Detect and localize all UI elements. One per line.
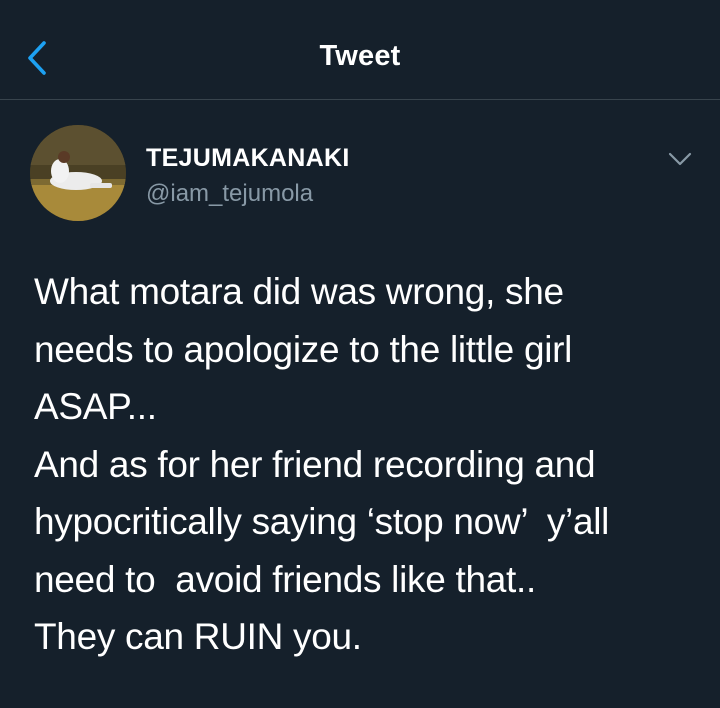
tweet-menu-button[interactable] xyxy=(664,145,696,173)
top-bar: Tweet xyxy=(0,0,720,100)
chevron-down-icon xyxy=(668,152,692,166)
avatar[interactable] xyxy=(30,125,126,221)
tweet-line: needs to apologize to the little girl xyxy=(34,328,573,370)
tweet-line: hypocritically saying ‘stop now’ y’all xyxy=(34,501,610,542)
tweet-line: need to avoid friends like that.. xyxy=(34,558,536,600)
display-name[interactable]: TEJUMAKANAKI xyxy=(146,144,350,173)
tweet-line: They can RUIN you. xyxy=(34,616,362,657)
user-handle[interactable]: @iam_tejumola xyxy=(146,180,313,208)
tweet-line: What motara did was wrong, she xyxy=(34,271,564,312)
avatar-photo xyxy=(30,125,126,221)
tweet-line: ASAP... xyxy=(34,386,157,427)
page-title: Tweet xyxy=(319,40,401,72)
tweet-line: And as for her friend recording and xyxy=(34,443,596,485)
tweet-text: What motara did was wrong, she needs to … xyxy=(34,263,704,666)
